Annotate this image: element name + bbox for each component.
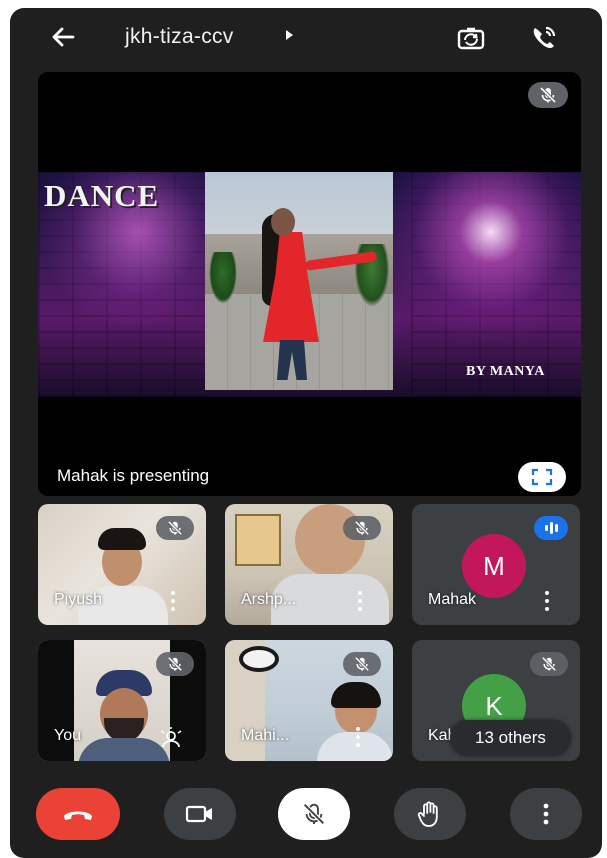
more-vert-icon[interactable]	[544, 591, 550, 611]
more-options-button[interactable]	[510, 788, 582, 840]
participant-tile[interactable]: M Mahak	[412, 504, 580, 625]
chevron-right-icon[interactable]	[286, 30, 293, 40]
presentation-stage[interactable]: DANCE BY MANYA Mahak is presenting	[38, 72, 581, 496]
phone-audio-icon[interactable]	[528, 22, 560, 54]
camera-toggle-button[interactable]	[164, 788, 236, 840]
participant-name: Mahak	[428, 591, 477, 608]
raise-hand-icon	[417, 801, 438, 827]
arrow-left-icon[interactable]	[48, 22, 78, 52]
more-vert-icon[interactable]	[357, 591, 363, 611]
video-camera-icon	[185, 805, 212, 823]
participant-tile[interactable]: Arshp...	[225, 504, 393, 625]
more-vert-icon[interactable]	[170, 591, 176, 611]
shared-slide: DANCE BY MANYA	[38, 172, 581, 397]
end-call-icon	[64, 811, 92, 820]
top-bar: jkh-tiza-ccv	[10, 8, 602, 70]
participant-tile[interactable]: You	[38, 640, 206, 761]
participant-tile[interactable]: Mahi...	[225, 640, 393, 761]
mic-toggle-button[interactable]	[278, 788, 350, 840]
presenting-label: Mahak is presenting	[57, 466, 210, 485]
participant-name: Piyush	[54, 591, 103, 608]
mic-off-icon	[303, 803, 325, 825]
mic-off-icon	[156, 652, 194, 676]
dancer-photo	[205, 172, 393, 390]
mic-off-icon	[156, 516, 194, 540]
participant-name: Mahi...	[241, 727, 290, 744]
participant-name: You	[54, 727, 81, 744]
more-vert-icon[interactable]	[355, 727, 361, 747]
switch-camera-icon[interactable]	[455, 22, 487, 54]
others-count-button[interactable]: 13 others	[450, 720, 571, 756]
mic-off-icon	[530, 652, 568, 676]
participant-tile[interactable]: Piyush	[38, 504, 206, 625]
meet-call-screen: jkh-tiza-ccv DANCE BY MANYA Mahak is pre…	[10, 8, 602, 858]
meeting-code-title[interactable]: jkh-tiza-ccv	[125, 25, 234, 49]
mic-off-icon	[528, 82, 568, 108]
raise-hand-button[interactable]	[394, 788, 466, 840]
spotlight-right	[381, 172, 581, 342]
speaking-indicator-icon	[534, 516, 568, 540]
mic-off-icon	[343, 652, 381, 676]
mic-off-icon	[343, 516, 381, 540]
fullscreen-icon[interactable]	[518, 462, 566, 492]
more-vert-icon	[543, 803, 549, 825]
slide-title: DANCE	[44, 178, 160, 213]
slide-credit: BY MANYA	[466, 364, 545, 379]
avatar: M	[462, 534, 526, 598]
participant-name: Arshp...	[241, 591, 297, 608]
call-controls-bar	[10, 778, 602, 858]
background-effects-icon[interactable]	[158, 727, 184, 749]
end-call-button[interactable]	[36, 788, 120, 840]
